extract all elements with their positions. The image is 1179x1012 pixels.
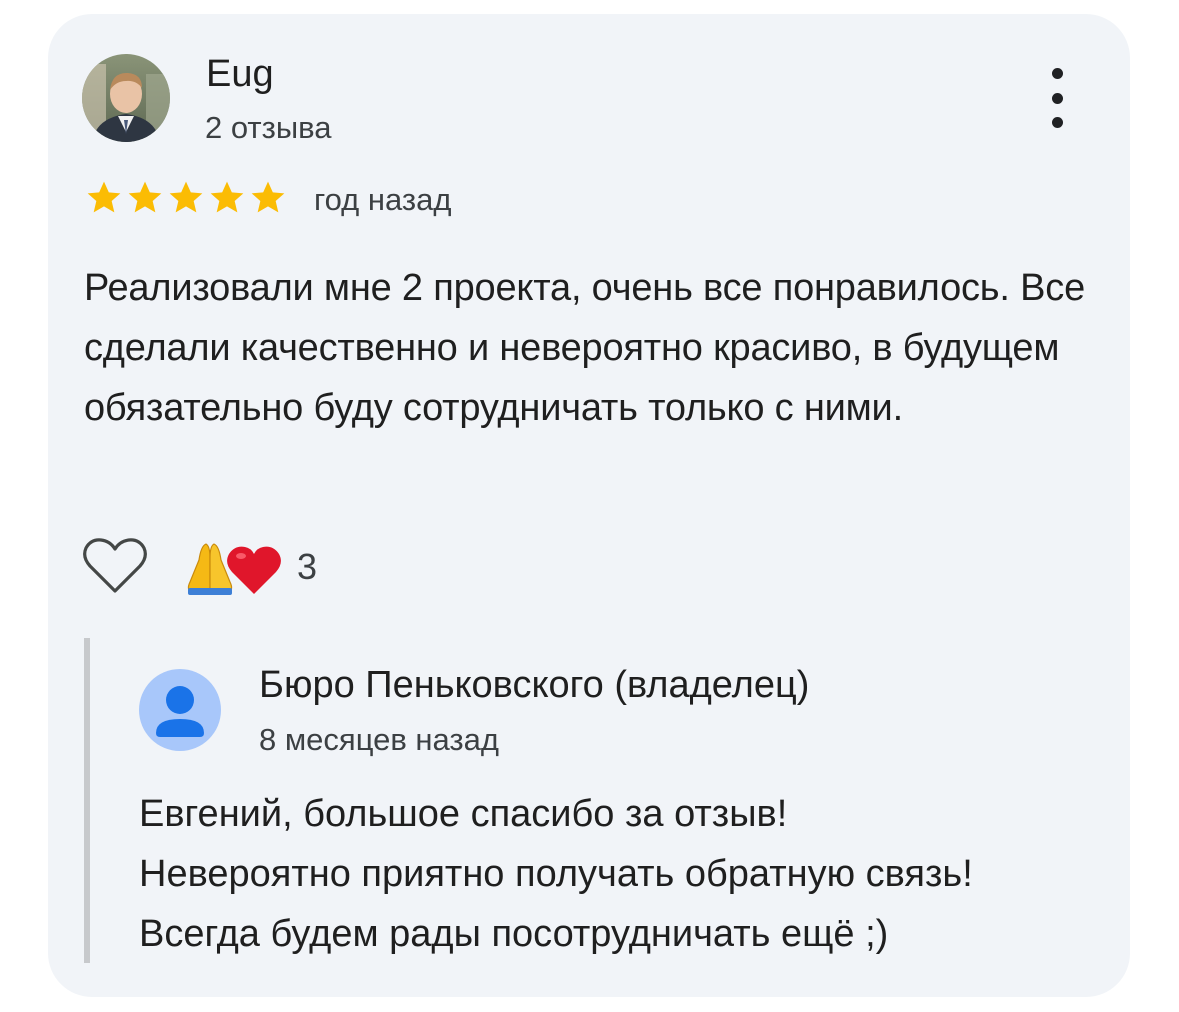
- star-icon: [87, 181, 121, 213]
- like-button[interactable]: [82, 536, 148, 596]
- reply-divider: [84, 638, 90, 963]
- star-icon: [210, 181, 244, 213]
- author-review-count[interactable]: 2 отзыва: [205, 110, 331, 146]
- heart-outline-icon: [83, 538, 147, 593]
- review-date: год назад: [314, 182, 452, 217]
- reply-line: Всегда будем рады посотрудничать ещё ;): [139, 913, 889, 955]
- star-icon: [128, 181, 162, 213]
- more-vertical-icon-dot: [1051, 117, 1063, 128]
- reply-line: Невероятно приятно получать обратную свя…: [139, 853, 973, 895]
- reply-date: 8 месяцев назад: [259, 722, 499, 757]
- review-text: Реализовали мне 2 проекта, очень все пон…: [84, 267, 1086, 429]
- author-name[interactable]: Eug: [206, 52, 274, 96]
- more-options-button[interactable]: [1038, 68, 1076, 128]
- reaction-count: 3: [297, 546, 318, 587]
- star-icon: [251, 181, 285, 213]
- author-avatar[interactable]: [82, 54, 170, 142]
- owner-name[interactable]: Бюро Пеньковского (владелец): [259, 662, 809, 708]
- reaction-emojis: [187, 543, 281, 595]
- reactions[interactable]: [184, 538, 288, 596]
- reply-line: Евгений, большое спасибо за отзыв!: [139, 793, 788, 835]
- more-vertical-icon-dot: [1051, 92, 1063, 104]
- red-heart-emoji: [227, 546, 281, 594]
- rating-stars: [84, 178, 288, 218]
- reply-text: Евгений, большое спасибо за отзыв! Невер…: [139, 784, 1099, 964]
- star-icon: [169, 181, 203, 213]
- author-photo: [82, 54, 170, 142]
- owner-avatar[interactable]: [139, 669, 221, 751]
- more-vertical-icon: [1051, 68, 1063, 79]
- person-icon: [156, 686, 204, 737]
- pray-emoji: [187, 543, 233, 595]
